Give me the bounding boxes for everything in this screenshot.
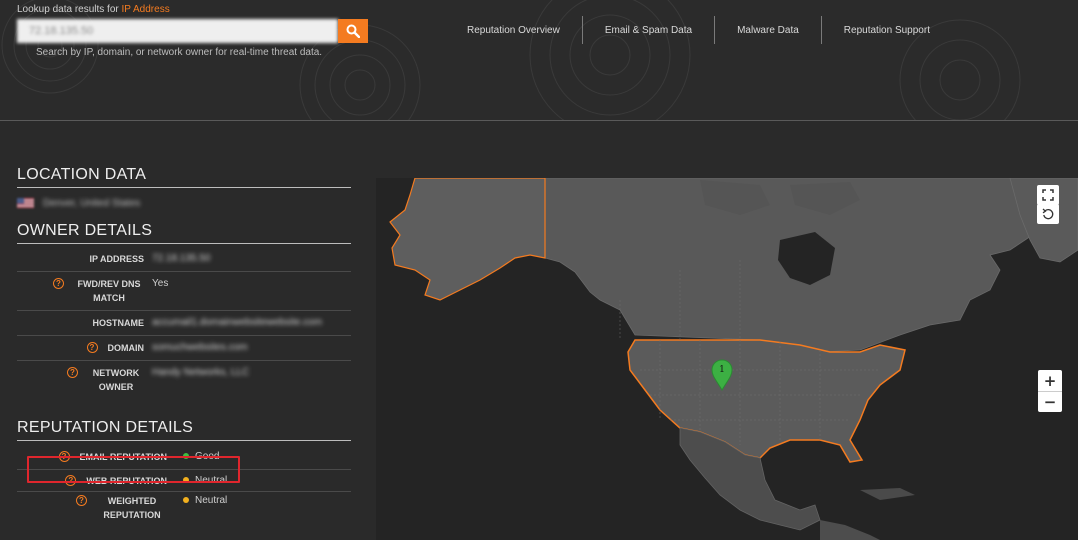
lookup-caption-prefix: Lookup data results for (17, 4, 119, 15)
owner-row-dns-match: ? FWD/REV DNS MATCH Yes (17, 272, 351, 311)
lookup-caption: Lookup data results for IP Address (17, 4, 170, 15)
nav-divider (714, 16, 716, 44)
domain-value: somuchwebsites.com (152, 342, 248, 353)
help-icon[interactable]: ? (53, 278, 64, 289)
header-divider (0, 120, 1078, 121)
north-america-map: 1 (389, 178, 1078, 540)
location-map[interactable]: 1 (376, 178, 1078, 540)
zoom-out-button[interactable]: − (1038, 391, 1062, 412)
reputation-section-title: REPUTATION DETAILS (17, 419, 351, 441)
nav-divider (820, 16, 822, 44)
nav-reputation-overview[interactable]: Reputation Overview (455, 16, 572, 44)
dns-match-value: Yes (152, 278, 169, 289)
owner-row-network-owner: ? NETWORK OWNER Handy Networks, LLC (17, 361, 351, 399)
row-label: NETWORK OWNER (92, 368, 140, 392)
nav-email-spam-data[interactable]: Email & Spam Data (593, 16, 704, 44)
network-owner-value: Handy Networks, LLC (152, 367, 250, 378)
nav-malware-data[interactable]: Malware Data (725, 16, 811, 44)
reputation-row-weighted: ? WEIGHTED REPUTATION Neutral (17, 492, 351, 527)
row-label: DOMAIN (107, 343, 145, 353)
search-icon (346, 24, 360, 38)
owner-row-hostname: HOSTNAME accumail1.domainwebsitewebsite.… (17, 311, 351, 336)
weighted-reputation-value: Neutral (195, 495, 228, 506)
search-hint: Search by IP, domain, or network owner f… (36, 47, 323, 58)
row-label: IP ADDRESS (89, 254, 144, 264)
row-label: HOSTNAME (92, 318, 145, 328)
search-input[interactable] (17, 19, 338, 43)
nav-reputation-support[interactable]: Reputation Support (832, 16, 942, 44)
location-value: Denver, United States (43, 197, 141, 209)
main-nav: Reputation Overview Email & Spam Data Ma… (455, 16, 942, 44)
reset-view-icon (1042, 208, 1054, 220)
owner-table: IP ADDRESS 72.18.135.50 ? FWD/REV DNS MAT… (17, 247, 351, 399)
reset-view-button[interactable] (1037, 204, 1059, 224)
fullscreen-button[interactable] (1037, 185, 1059, 205)
search-button[interactable] (338, 19, 368, 43)
help-icon[interactable]: ? (67, 367, 78, 378)
lookup-type: IP Address (121, 4, 170, 15)
nav-divider (581, 16, 583, 44)
fullscreen-icon (1042, 189, 1054, 201)
owner-row-domain: ? DOMAIN somuchwebsites.com (17, 336, 351, 361)
help-icon[interactable]: ? (76, 495, 87, 506)
zoom-controls: + − (1038, 370, 1062, 412)
help-icon[interactable]: ? (86, 342, 98, 353)
location-row: Denver, United States (17, 188, 351, 218)
hostname-value: accumail1.domainwebsitewebsite.com (152, 317, 323, 328)
owner-section-title: OWNER DETAILS (17, 222, 351, 244)
ip-address-value: 72.18.135.50 (152, 253, 211, 264)
email-reputation-highlight (27, 456, 240, 483)
marker-count: 1 (719, 365, 725, 375)
row-label: WEIGHTED REPUTATION (103, 496, 161, 520)
us-flag-icon (17, 198, 34, 208)
status-dot-neutral (183, 497, 189, 504)
row-label: FWD/REV DNS MATCH (77, 279, 141, 303)
header: Lookup data results for IP Address Searc… (0, 0, 1078, 120)
zoom-in-button[interactable]: + (1038, 370, 1062, 391)
location-section-title: LOCATION DATA (17, 166, 351, 188)
owner-row-ip-address: IP ADDRESS 72.18.135.50 (17, 247, 351, 272)
